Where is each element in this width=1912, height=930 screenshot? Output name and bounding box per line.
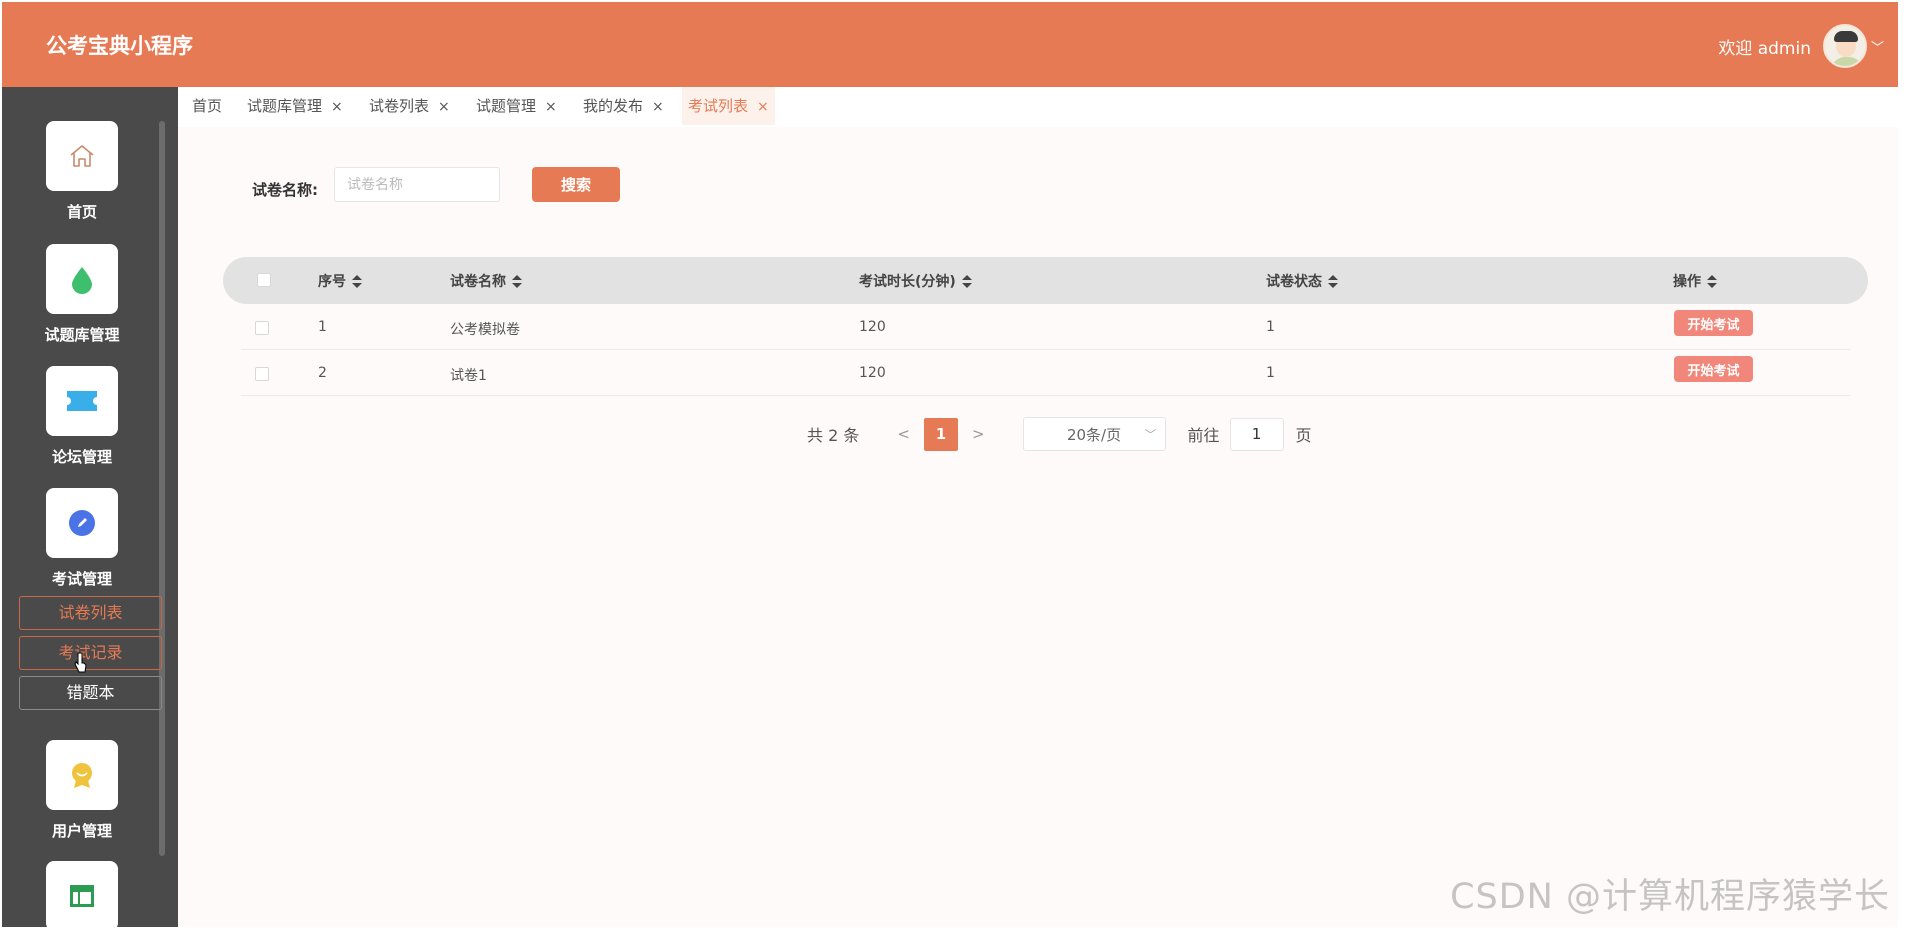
close-icon[interactable]: × <box>438 99 450 115</box>
exam-table: 序号 试卷名称 考试时长(分钟) 试卷状态 操作 1 公考模拟卷 120 1 开… <box>223 257 1868 396</box>
goto-page-input[interactable] <box>1229 417 1284 451</box>
sidebar-item-layout[interactable] <box>2 861 162 927</box>
cell-status: 1 <box>1266 365 1275 381</box>
column-label: 序号 <box>318 274 346 290</box>
cell-status: 1 <box>1266 319 1275 335</box>
sidebar-subitem-paper-list[interactable]: 试卷列表 <box>19 596 162 630</box>
main-content: 试卷名称: 搜索 序号 试卷名称 考试时长(分钟) 试卷状态 操作 1 公考模拟… <box>178 127 1898 927</box>
sidebar-item-forum[interactable]: 论坛管理 <box>2 366 162 467</box>
sidebar-item-label: 考试管理 <box>51 570 112 588</box>
column-header-status[interactable]: 试卷状态 <box>1266 271 1338 291</box>
sidebar-item-label: 论坛管理 <box>51 448 112 466</box>
page-size-value: 20条/页 <box>1066 425 1122 444</box>
column-header-name[interactable]: 试卷名称 <box>450 271 522 291</box>
sidebar-subitem-exam-records[interactable]: 考试记录 <box>19 636 162 670</box>
column-label: 试卷状态 <box>1266 274 1322 290</box>
top-header: 公考宝典小程序 欢迎 admin ﹀ <box>2 2 1898 87</box>
goto-unit: 页 <box>1295 426 1312 445</box>
chevron-down-icon[interactable]: ﹀ <box>1871 37 1884 56</box>
sidebar-item-label: 试题库管理 <box>44 326 120 344</box>
sort-icon[interactable] <box>512 275 522 289</box>
sidebar-item-exam[interactable]: 考试管理 <box>2 488 162 589</box>
row-checkbox[interactable] <box>255 321 269 335</box>
pagination: 共 2 条 < 1 > 20条/页 ﹀ 前往 页 <box>807 417 1312 451</box>
column-label: 考试时长(分钟) <box>859 274 956 290</box>
sort-icon[interactable] <box>1707 275 1717 289</box>
close-icon[interactable]: × <box>545 99 557 115</box>
column-header-index[interactable]: 序号 <box>318 271 362 291</box>
tab-question-manage[interactable]: 试题管理 × <box>476 87 557 125</box>
tab-label: 试题库管理 <box>247 97 323 115</box>
chevron-down-icon: ﹀ <box>1144 428 1157 442</box>
sidebar-subitem-wrong-book[interactable]: 错题本 <box>19 676 162 710</box>
column-label: 试卷名称 <box>450 274 506 290</box>
close-icon[interactable]: × <box>331 99 343 115</box>
search-input[interactable] <box>334 167 500 202</box>
select-all-checkbox[interactable] <box>257 273 271 287</box>
award-icon <box>46 740 118 810</box>
search-button[interactable]: 搜索 <box>532 167 620 202</box>
column-header-duration[interactable]: 考试时长(分钟) <box>859 271 972 291</box>
row-checkbox[interactable] <box>255 367 269 381</box>
tab-label: 考试列表 <box>688 97 749 115</box>
tab-paper-list[interactable]: 试卷列表 × <box>369 87 450 125</box>
page-number-current[interactable]: 1 <box>923 417 958 451</box>
search-label: 试卷名称: <box>252 181 318 199</box>
prev-page-icon[interactable]: < <box>897 425 910 443</box>
sidebar-item-users[interactable]: 用户管理 <box>2 740 162 841</box>
next-page-icon[interactable]: > <box>972 425 985 443</box>
tab-label: 试卷列表 <box>369 97 430 115</box>
tab-question-bank[interactable]: 试题库管理 × <box>247 87 343 125</box>
layout-icon <box>46 861 118 927</box>
pencil-icon <box>46 488 118 558</box>
sort-icon[interactable] <box>352 275 362 289</box>
start-exam-button[interactable]: 开始考试 <box>1674 356 1753 382</box>
cell-duration: 120 <box>859 319 886 335</box>
cell-duration: 120 <box>859 365 886 381</box>
goto-label: 前往 <box>1187 426 1220 445</box>
tab-home[interactable]: 首页 <box>192 87 222 125</box>
tab-my-posts[interactable]: 我的发布 × <box>583 87 664 125</box>
mouse-cursor-icon <box>74 652 87 673</box>
table-row: 1 公考模拟卷 120 1 开始考试 <box>241 304 1850 350</box>
cell-index: 1 <box>318 319 327 335</box>
close-icon[interactable]: × <box>652 99 664 115</box>
sidebar: 首页 试题库管理 论坛管理 考试管理 试卷列表 考试记录 错题本 用户管理 <box>2 87 178 927</box>
drop-icon <box>46 244 118 314</box>
start-exam-button[interactable]: 开始考试 <box>1674 310 1753 336</box>
sort-icon[interactable] <box>1328 275 1338 289</box>
tab-bar: 首页 试题库管理 × 试卷列表 × 试题管理 × 我的发布 × 考试列表 × <box>178 87 1898 127</box>
pagination-total: 共 2 条 <box>807 426 860 445</box>
tab-label: 我的发布 <box>583 97 644 115</box>
app-window: 公考宝典小程序 欢迎 admin ﹀ 首页 试题库管理 论坛管理 考试管理 试卷… <box>2 2 1898 927</box>
sidebar-item-home[interactable]: 首页 <box>2 121 162 222</box>
ticket-icon <box>46 366 118 436</box>
tab-exam-list[interactable]: 考试列表 × <box>682 87 775 125</box>
watermark: CSDN @计算机程序猿学长 <box>1450 877 1890 917</box>
tab-label: 试题管理 <box>476 97 537 115</box>
sidebar-item-label: 首页 <box>66 203 97 221</box>
tab-label: 首页 <box>192 97 223 115</box>
welcome-text: 欢迎 admin <box>1718 38 1811 59</box>
column-header-actions[interactable]: 操作 <box>1673 271 1717 291</box>
sidebar-item-question-bank[interactable]: 试题库管理 <box>2 244 162 345</box>
sort-icon[interactable] <box>961 275 972 289</box>
home-icon <box>46 121 118 191</box>
page-size-select[interactable]: 20条/页 ﹀ <box>1022 417 1166 451</box>
close-icon[interactable]: × <box>757 99 769 115</box>
table-row: 2 试卷1 120 1 开始考试 <box>241 350 1850 396</box>
column-label: 操作 <box>1673 274 1701 290</box>
cell-index: 2 <box>318 365 327 381</box>
user-menu[interactable]: 欢迎 admin ﹀ <box>1718 24 1884 68</box>
cell-name: 公考模拟卷 <box>450 322 520 338</box>
table-header: 序号 试卷名称 考试时长(分钟) 试卷状态 操作 <box>223 257 1868 304</box>
cell-name: 试卷1 <box>450 368 487 384</box>
app-title: 公考宝典小程序 <box>46 34 193 58</box>
sidebar-item-label: 用户管理 <box>51 822 112 840</box>
avatar[interactable] <box>1822 24 1867 68</box>
